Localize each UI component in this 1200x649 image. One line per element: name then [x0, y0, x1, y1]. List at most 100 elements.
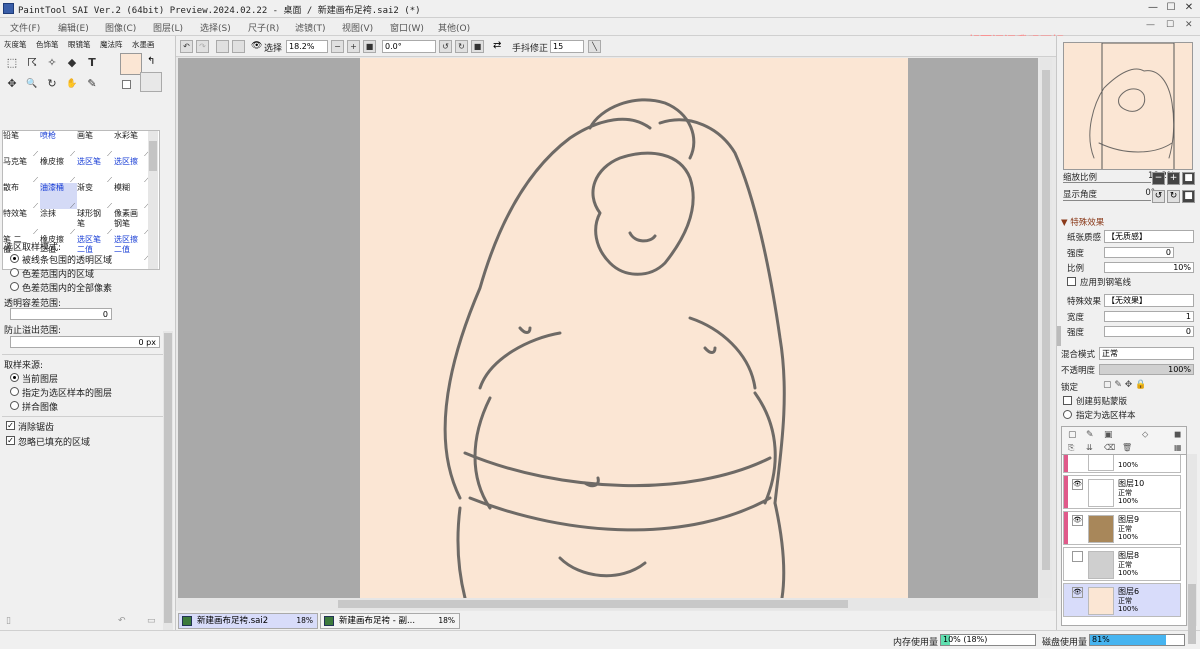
zoom-reset-button[interactable]: ■	[363, 40, 376, 53]
angle-combo[interactable]: 0.0°	[382, 40, 436, 53]
brush-slot[interactable]: 球形钢笔 ⟋	[77, 209, 114, 236]
swap-colors-icon[interactable]: ↰	[147, 56, 155, 67]
opacity-slider[interactable]: 100%	[1099, 364, 1194, 375]
new-folder-icon[interactable]: ▣	[1104, 430, 1113, 440]
antialias-checkbox[interactable]: ✓	[6, 421, 15, 430]
secondary-color-swatch[interactable]	[140, 72, 162, 92]
brush-slot[interactable]: 选区笔 ⟋	[77, 157, 114, 184]
doc-minimize-button[interactable]: —	[1146, 20, 1155, 30]
panel-splitter[interactable]	[1057, 326, 1061, 346]
menu-select[interactable]: 选择(S)	[200, 21, 231, 34]
menu-image[interactable]: 图像(C)	[105, 21, 136, 34]
brush-slot[interactable]: 像素画 钢笔 ⟋	[114, 209, 151, 236]
nav-rotate-reset-button[interactable]: ■	[1182, 190, 1195, 203]
primary-color-swatch[interactable]	[120, 53, 142, 75]
undo-icon[interactable]: ↶	[118, 616, 126, 626]
bucket-icon[interactable]: ◆	[63, 54, 81, 72]
clear-layer-icon[interactable]: ⌫	[1104, 443, 1115, 452]
nav-angle-slider[interactable]	[1063, 200, 1151, 201]
minimize-button[interactable]: —	[1146, 1, 1160, 15]
menu-file[interactable]: 文件(F)	[10, 21, 40, 34]
tool-panel-scrollbar[interactable]	[163, 331, 173, 631]
menu-other[interactable]: 其他(O)	[438, 21, 470, 34]
canvas-vertical-scrollbar[interactable]	[1040, 58, 1052, 598]
sample-source-radio[interactable]	[10, 401, 19, 410]
brush-slot[interactable]: 涂抹 ⟋	[40, 209, 77, 236]
rotate-left-button[interactable]: ↺	[439, 40, 452, 53]
flip-icon[interactable]: ⇄	[493, 40, 501, 51]
overflow-field[interactable]: 0 px	[10, 336, 160, 348]
stabilizer-combo[interactable]: 15	[550, 40, 584, 53]
paper-texture-combo[interactable]: 【无质感】	[1104, 230, 1194, 243]
move-icon[interactable]: ✥	[3, 75, 21, 93]
layer-row[interactable]: 👁 图层10 正常 100%	[1063, 475, 1181, 509]
hand-icon[interactable]: ✋	[63, 75, 81, 93]
panel-lock-icon[interactable]: ▯	[6, 616, 11, 626]
brush-slot[interactable]: 马克笔 ⟋	[3, 157, 40, 184]
sample-mode-radio[interactable]	[10, 268, 19, 277]
maximize-button[interactable]: ☐	[1164, 1, 1178, 15]
navigator-preview[interactable]	[1063, 42, 1193, 170]
brush-slot[interactable]: 画笔 ⟋	[77, 131, 114, 158]
doc-restore-button[interactable]: ☐	[1166, 20, 1174, 30]
document-tab-active[interactable]: 新建画布足袴.sai2 18%	[178, 613, 318, 629]
nav-zoom-out-button[interactable]: −	[1152, 172, 1165, 185]
layer-row[interactable]: 👁 图层6 正常 100%	[1063, 583, 1181, 617]
zoom-icon[interactable]: 🔍	[23, 75, 41, 93]
canvas-horizontal-scrollbar[interactable]	[178, 598, 1040, 610]
brush-set-tab[interactable]: 眼镜笔	[68, 39, 91, 50]
brush-grid-scrollbar[interactable]	[148, 131, 158, 269]
layer-row[interactable]: 👁 图层9 正常 100%	[1063, 511, 1181, 545]
brush-slot[interactable]: 选区擦 二值 ⟋	[114, 235, 151, 262]
layer-visibility-icon[interactable]: 👁	[1072, 479, 1083, 490]
selection-sample-radio[interactable]	[1063, 410, 1072, 419]
brush-slot[interactable]: 渐变 ⟋	[77, 183, 114, 210]
brush-set-tab[interactable]: 魔法阵	[100, 39, 123, 50]
brush-slot[interactable]: 喷枪 ⟋	[40, 131, 77, 158]
canvas-area[interactable]	[178, 58, 1038, 598]
nav-zoom-reset-button[interactable]: ■	[1182, 172, 1195, 185]
sample-mode-radio[interactable]	[10, 282, 19, 291]
invert-selection-button[interactable]	[232, 40, 245, 53]
layer-mask-icon[interactable]: ⬦	[1142, 430, 1148, 440]
lasso-icon[interactable]: ☈	[23, 54, 41, 72]
selection-rect-icon[interactable]: ⬚	[3, 54, 21, 72]
brush-set-tab[interactable]: 色饰笔	[36, 39, 59, 50]
brush-slot[interactable]: 特效笔 ⟋	[3, 209, 40, 236]
paper-strength-field[interactable]: 0	[1104, 247, 1174, 258]
layer-visibility-icon[interactable]: 👁	[1072, 587, 1083, 598]
layer-row[interactable]: 图层8 正常 100%	[1063, 547, 1181, 581]
effects-title[interactable]: ▼ 特殊效果	[1061, 216, 1104, 228]
sample-source-radio[interactable]	[10, 387, 19, 396]
close-button[interactable]: ✕	[1182, 1, 1196, 15]
effect-width-field[interactable]: 1	[1104, 311, 1194, 322]
brush-set-tab[interactable]: 水墨画	[132, 39, 155, 50]
lock-icons[interactable]: ▢ ✎ ✥ 🔒	[1103, 380, 1146, 390]
menu-ruler[interactable]: 尺子(R)	[248, 21, 279, 34]
line-tool-button[interactable]: ╲	[588, 40, 601, 53]
rotate-reset-button[interactable]: ■	[471, 40, 484, 53]
drawing-canvas[interactable]	[360, 58, 908, 598]
sample-mode-radio[interactable]	[10, 254, 19, 263]
menu-window[interactable]: 窗口(W)	[390, 21, 424, 34]
rotate-right-button[interactable]: ↻	[455, 40, 468, 53]
sample-source-radio[interactable]	[10, 373, 19, 382]
brush-set-tab[interactable]: 灰度笔	[4, 39, 27, 50]
blend-mode-combo[interactable]: 正常	[1099, 347, 1194, 360]
menu-view[interactable]: 视图(V)	[342, 21, 373, 34]
brush-slot[interactable]: 散布 ⟋	[3, 183, 40, 210]
apply-pen-checkbox[interactable]	[1067, 277, 1076, 286]
menu-edit[interactable]: 编辑(E)	[58, 21, 89, 34]
layer-list-scrollbar[interactable]	[1187, 454, 1197, 644]
copy-layer-icon[interactable]: ⎘	[1068, 443, 1074, 453]
zoom-out-button[interactable]: −	[331, 40, 344, 53]
brush-slot[interactable]: 模糊 ⟋	[114, 183, 151, 210]
clipping-mask-checkbox[interactable]	[1063, 396, 1072, 405]
nav-rotate-right-button[interactable]: ↻	[1167, 190, 1180, 203]
nav-zoom-in-button[interactable]: +	[1167, 172, 1180, 185]
brush-slot[interactable]: 选区擦 ⟋	[114, 157, 151, 184]
layer-row[interactable]: 👁100%	[1063, 455, 1181, 473]
layer-visibility-icon[interactable]: 👁	[1072, 515, 1083, 526]
deselect-button[interactable]	[216, 40, 229, 53]
paper-scale-field[interactable]: 10%	[1104, 262, 1194, 273]
